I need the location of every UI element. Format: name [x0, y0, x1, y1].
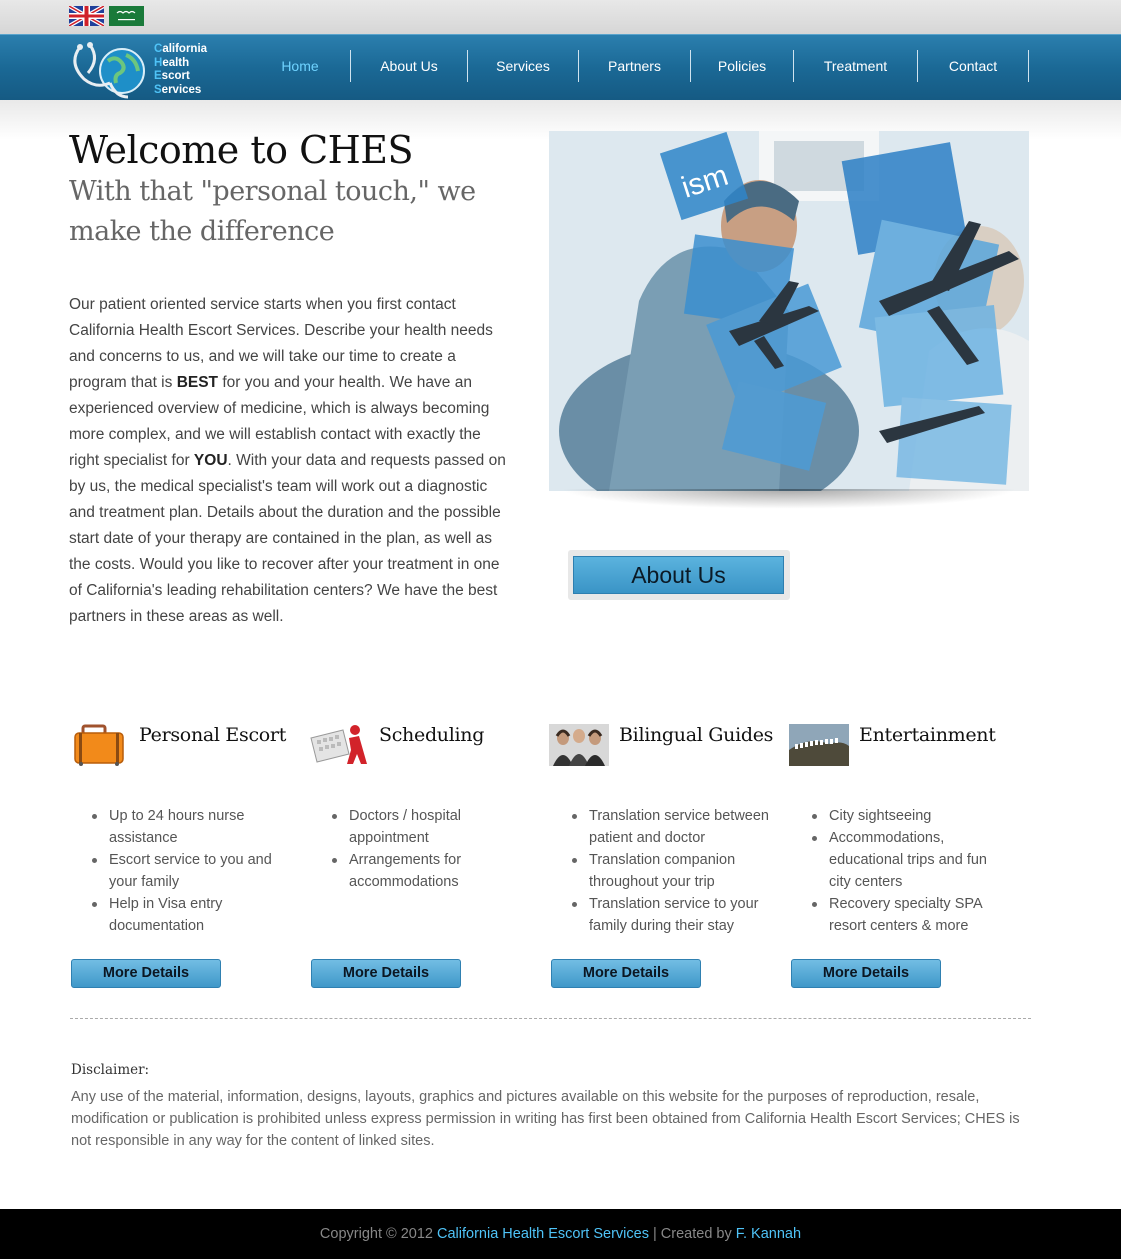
- feature-title: Scheduling: [379, 724, 485, 746]
- list-item: Up to 24 hours nurse assistance: [89, 805, 289, 849]
- language-bar: [0, 0, 1121, 34]
- logo-line: Services: [154, 83, 202, 96]
- feature-title: Entertainment: [859, 724, 996, 746]
- nav-item-treatment[interactable]: Treatment: [794, 50, 918, 82]
- intro-paragraph: Our patient oriented service starts when…: [69, 296, 506, 625]
- feature-list: Translation service between patient and …: [569, 805, 769, 937]
- nav-item-contact[interactable]: Contact: [918, 50, 1029, 82]
- disclaimer-label: Disclaimer:: [71, 1062, 150, 1078]
- list-item: Escort service to you and your family: [89, 849, 289, 893]
- feature-list: Up to 24 hours nurse assistance Escort s…: [89, 805, 289, 937]
- more-details-button[interactable]: More Details: [791, 959, 941, 988]
- hero-image: ism: [549, 131, 1029, 491]
- list-item: Translation companion throughout your tr…: [569, 849, 769, 893]
- footer: Copyright © 2012 California Health Escor…: [0, 1209, 1121, 1259]
- list-item: Arrangements for accommodations: [329, 849, 529, 893]
- logo-text: California Health Escort Services: [154, 43, 207, 97]
- more-details-button[interactable]: More Details: [551, 959, 701, 988]
- hero-shadow: [560, 489, 1018, 509]
- list-item: Translation service to your family durin…: [569, 893, 769, 937]
- suitcase-icon: [74, 724, 124, 766]
- about-us-button-frame: About Us: [568, 550, 790, 600]
- nav-item-services[interactable]: Services: [468, 50, 579, 82]
- footer-company-link[interactable]: California Health Escort Services: [437, 1226, 649, 1242]
- section-divider: [70, 1018, 1031, 1019]
- logo-line: Escort: [154, 70, 190, 82]
- footer-separator: | Created by: [648, 1226, 736, 1242]
- arabic-flag-icon[interactable]: [109, 6, 144, 26]
- guides-photo-icon: [549, 724, 609, 766]
- more-details-button[interactable]: More Details: [311, 959, 461, 988]
- about-us-button[interactable]: About Us: [573, 556, 784, 594]
- footer-copyright: Copyright © 2012: [319, 1226, 438, 1242]
- hero-collage-illustration: ism: [549, 131, 1029, 491]
- footer-author-link[interactable]: F. Kannah: [736, 1226, 801, 1242]
- english-flag-icon[interactable]: [69, 6, 104, 26]
- nav-item-partners[interactable]: Partners: [579, 50, 691, 82]
- disclaimer-text: Any use of the material, information, de…: [71, 1089, 1020, 1149]
- calendar-icon: [310, 725, 367, 764]
- list-item: Doctors / hospital appointment: [329, 805, 529, 849]
- nav-item-home[interactable]: Home: [250, 50, 351, 82]
- logo-line: California: [154, 43, 208, 55]
- main-nav: Home About Us Services Partners Policies…: [250, 50, 1029, 82]
- main-navbar: California Health Escort Services Home A…: [0, 34, 1121, 100]
- nav-item-policies[interactable]: Policies: [691, 50, 794, 82]
- feature-list: Doctors / hospital appointment Arrangeme…: [329, 805, 529, 893]
- page-subtitle: With that "personal touch," we make the …: [69, 176, 476, 247]
- list-item: Help in Visa entry documentation: [89, 893, 289, 937]
- ches-logo[interactable]: California Health Escort Services: [68, 39, 218, 99]
- nav-item-about-us[interactable]: About Us: [351, 50, 468, 82]
- list-item: City sightseeing: [809, 805, 1009, 827]
- feature-title: Bilingual Guides: [619, 724, 774, 746]
- feature-title: Personal Escort: [139, 724, 287, 746]
- list-item: Recovery specialty SPA resort centers & …: [809, 893, 1009, 937]
- hollywood-sign-icon: [789, 724, 849, 766]
- page-title: Welcome to CHES: [69, 128, 414, 172]
- stethoscope-globe-icon: [73, 42, 145, 99]
- list-item: Translation service between patient and …: [569, 805, 769, 849]
- more-details-button[interactable]: More Details: [71, 959, 221, 988]
- feature-list: City sightseeing Accommodations, educati…: [809, 805, 1009, 937]
- list-item: Accommodations, educational trips and fu…: [809, 827, 1009, 893]
- logo-line: Health: [154, 56, 190, 69]
